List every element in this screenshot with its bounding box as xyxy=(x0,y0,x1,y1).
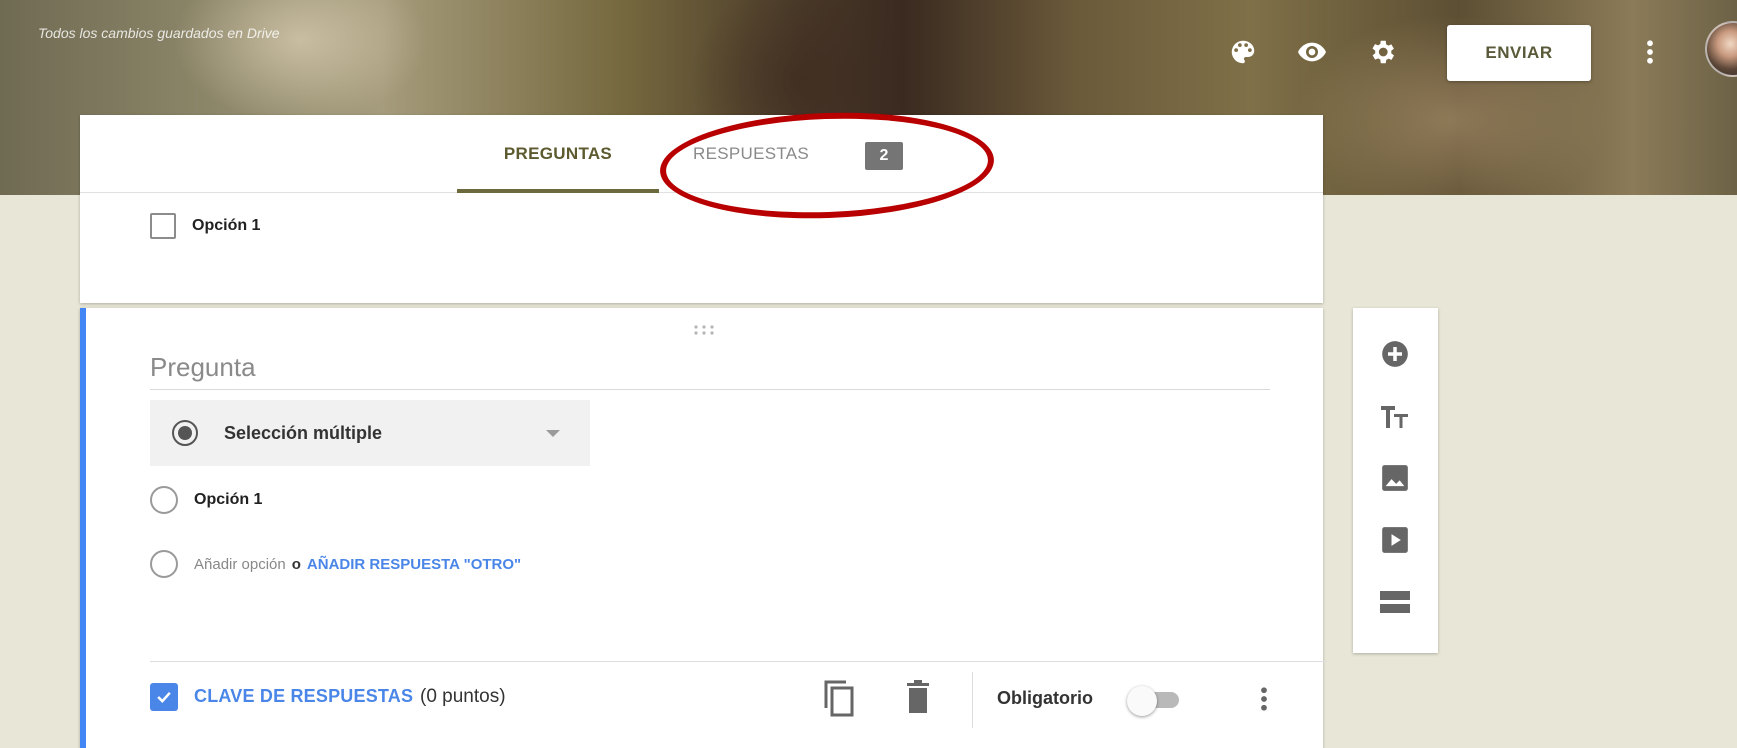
question-card: Pregunta Selección múltiple Opción 1 Aña… xyxy=(80,308,1329,748)
required-label: Obligatorio xyxy=(997,688,1093,708)
add-or-text: o xyxy=(291,555,301,573)
more-vert-icon[interactable] xyxy=(1634,36,1666,68)
list-item: Opción 1 xyxy=(150,213,260,239)
answer-key-icon[interactable] xyxy=(150,683,178,711)
option-label[interactable]: Opción 1 xyxy=(194,491,262,509)
option-checkbox[interactable] xyxy=(150,213,176,239)
required-toggle[interactable] xyxy=(1127,686,1181,716)
gear-icon[interactable] xyxy=(1366,36,1398,68)
answer-key-link[interactable]: CLAVE DE RESPUESTAS xyxy=(194,686,413,707)
points-label: (0 puntos) xyxy=(420,686,506,707)
dropdown-arrow-icon xyxy=(546,430,560,437)
divider xyxy=(150,661,1329,662)
image-icon[interactable] xyxy=(1379,462,1411,494)
palette-icon[interactable] xyxy=(1227,36,1259,68)
copy-icon[interactable] xyxy=(822,678,856,723)
section-icon[interactable] xyxy=(1379,586,1411,618)
drag-handle-icon[interactable] xyxy=(693,324,719,336)
more-vert-icon[interactable] xyxy=(1260,684,1268,719)
saved-status: Todos los cambios guardados en Drive xyxy=(38,25,280,41)
divider xyxy=(972,672,973,728)
add-other-link[interactable]: AÑADIR RESPUESTA "OTRO" xyxy=(307,556,521,573)
active-tab-indicator xyxy=(457,189,659,193)
question-footer: CLAVE DE RESPUESTAS (0 puntos) Obligator… xyxy=(150,672,1280,748)
option-radio xyxy=(150,550,178,578)
tab-preguntas[interactable]: PREGUNTAS xyxy=(457,115,659,193)
add-option-row: Añadir opción o AÑADIR RESPUESTA "OTRO" xyxy=(150,550,521,578)
send-button[interactable]: ENVIAR xyxy=(1447,25,1591,81)
trash-icon[interactable] xyxy=(905,680,931,719)
list-item: Opción 1 xyxy=(150,486,262,514)
eye-icon[interactable] xyxy=(1296,36,1328,68)
add-option-link[interactable]: Añadir opción xyxy=(194,556,286,573)
radio-selected-icon xyxy=(172,420,198,446)
side-toolbar xyxy=(1353,308,1438,653)
question-type-dropdown[interactable]: Selección múltiple xyxy=(150,400,590,466)
option-label[interactable]: Opción 1 xyxy=(192,217,260,235)
add-question-icon[interactable] xyxy=(1379,338,1411,370)
option-radio[interactable] xyxy=(150,486,178,514)
question-type-label: Selección múltiple xyxy=(224,422,383,443)
title-text-icon[interactable] xyxy=(1379,400,1411,432)
video-icon[interactable] xyxy=(1379,524,1411,556)
question-title-input[interactable]: Pregunta xyxy=(150,352,1270,390)
